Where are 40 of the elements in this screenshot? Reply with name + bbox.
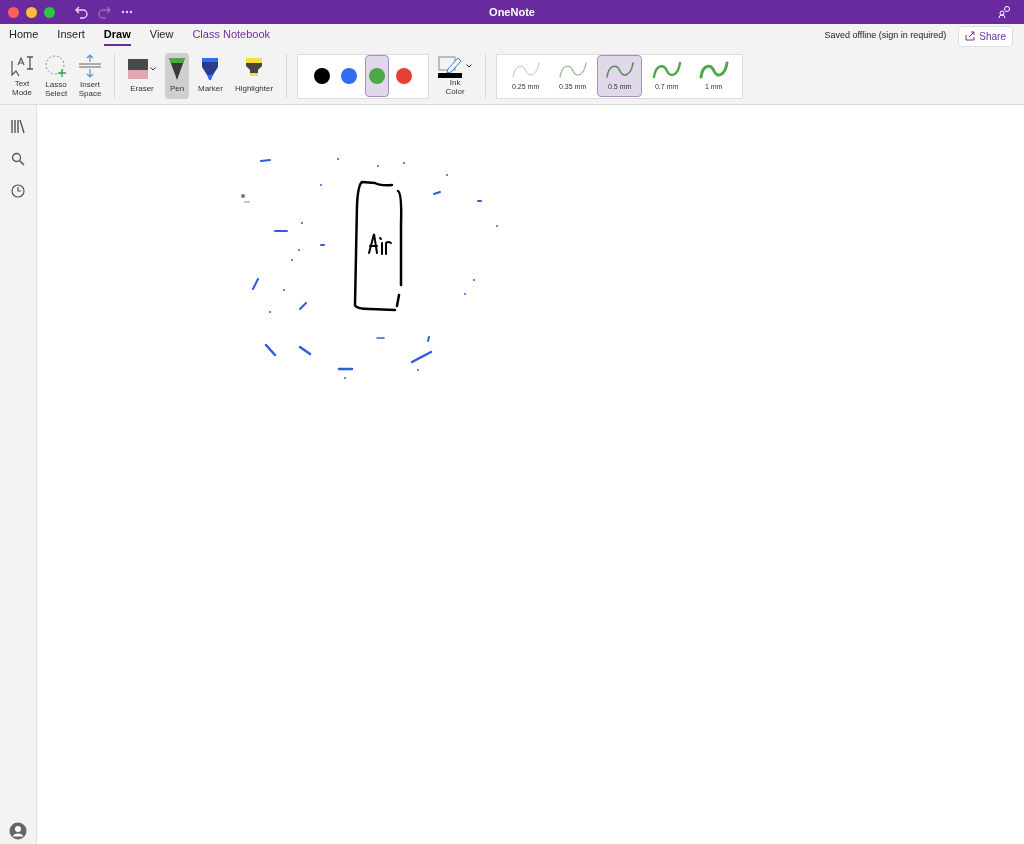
pen-tool-button[interactable]: Pen: [165, 53, 189, 99]
ink-color-button[interactable]: Ink Color: [435, 56, 476, 96]
lasso-select-icon: [43, 54, 69, 78]
marker-icon: [201, 57, 220, 81]
notebooks-icon[interactable]: [11, 119, 25, 134]
ribbon-tab[interactable]: Home: [9, 25, 39, 47]
recent-icon[interactable]: [11, 184, 25, 198]
ribbon-tab[interactable]: Draw: [103, 25, 131, 47]
caret-icon: [466, 64, 473, 68]
close-icon[interactable]: [8, 6, 19, 18]
undo-icon[interactable]: [75, 5, 89, 19]
pen-tool-button[interactable]: Eraser: [125, 53, 159, 99]
sync-status: Saved offline (sign in required): [824, 29, 947, 43]
stroke-preview-icon: [651, 59, 682, 80]
people-icon[interactable]: [998, 5, 1012, 19]
account-icon[interactable]: [9, 822, 27, 840]
ribbon-tab[interactable]: Class Notebook: [192, 25, 271, 47]
mode-tool-button[interactable]: Text Mode: [8, 55, 36, 97]
ribbon-tab[interactable]: Insert: [57, 25, 85, 47]
insert-space-icon: [78, 54, 102, 78]
more-icon[interactable]: [121, 10, 133, 14]
pen-icon: [168, 57, 186, 81]
color-swatch[interactable]: [365, 55, 389, 97]
mode-tool-button[interactable]: Insert Space: [76, 54, 104, 98]
stroke-preview-icon: [698, 59, 729, 80]
minimize-icon[interactable]: [26, 6, 37, 18]
ink-color-icon: [438, 56, 465, 78]
ribbon-tab[interactable]: View: [149, 25, 174, 47]
caret-icon: [150, 67, 156, 71]
share-button[interactable]: Share: [958, 25, 1013, 47]
search-icon[interactable]: [11, 152, 25, 166]
share-icon: [965, 31, 976, 41]
text-mode-icon: [10, 55, 34, 77]
stroke-preview-icon: [604, 59, 635, 80]
eraser-icon: [128, 58, 148, 80]
pen-tool-button[interactable]: Marker: [195, 53, 226, 99]
pen-tool-button[interactable]: Highlighter: [231, 53, 277, 99]
window-title: OneNote: [489, 4, 535, 20]
zoom-icon[interactable]: [44, 6, 55, 18]
mode-tool-button[interactable]: Lasso Select: [42, 54, 70, 98]
